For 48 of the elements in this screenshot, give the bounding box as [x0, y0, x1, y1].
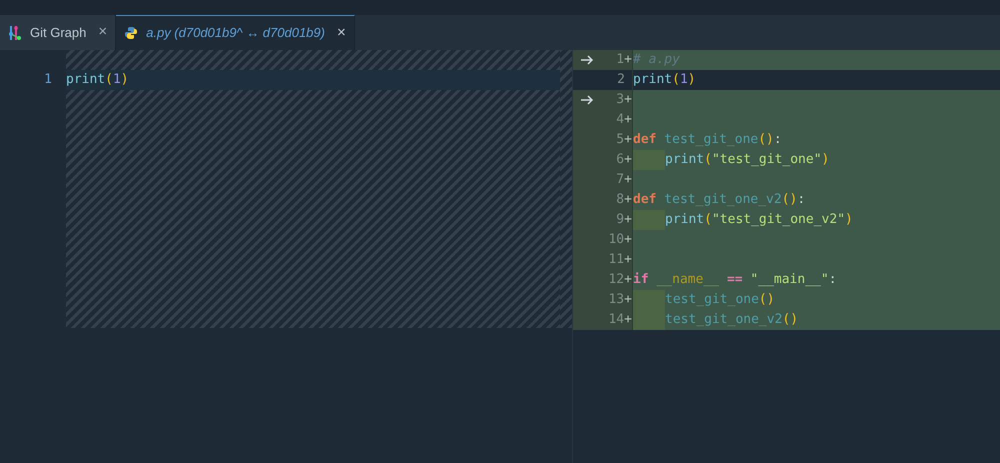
code-line: print("test_git_one") [665, 151, 830, 169]
line-number: 3 [615, 91, 624, 109]
line-number: 1 [43, 71, 52, 89]
line-number: 11 [607, 251, 624, 269]
editor-tab[interactable]: Git Graph × [0, 15, 116, 50]
line-number: 7 [615, 171, 624, 189]
added-line-marker: + [624, 171, 632, 189]
added-line-marker: + [624, 271, 632, 289]
close-icon[interactable]: × [98, 21, 108, 44]
code-line: test_git_one_v2() [665, 311, 798, 329]
line-number: 1 [615, 51, 624, 69]
line-number: 10 [607, 231, 624, 249]
code-line: print(1) [633, 71, 696, 89]
arrow-right-icon[interactable] [580, 95, 594, 105]
added-line-marker: + [624, 311, 632, 329]
line-number: 8 [615, 191, 624, 209]
line-number: 9 [615, 211, 624, 229]
added-line-marker: + [624, 91, 632, 109]
added-line-marker: + [624, 51, 632, 69]
line-number: 12 [607, 271, 624, 289]
added-line-marker: + [624, 251, 632, 269]
code-line: print("test_git_one_v2") [665, 211, 853, 229]
tab-label: Git Graph [30, 24, 86, 42]
close-icon[interactable]: × [336, 22, 346, 44]
added-line-marker: + [624, 151, 632, 169]
added-line-marker: + [624, 131, 632, 149]
added-line-marker: + [624, 211, 632, 229]
line-number: 5 [615, 131, 624, 149]
line-number: 14 [607, 311, 624, 329]
added-line-marker: + [624, 191, 632, 209]
python-icon [124, 26, 138, 40]
line-number: 6 [615, 151, 624, 169]
line-number: 13 [607, 291, 624, 309]
line-number: 4 [615, 111, 624, 129]
git-graph-icon [8, 24, 22, 40]
editor-tab[interactable]: a.py (d70d01b9^ ↔ d70d01b9) × [116, 15, 355, 50]
code-line: test_git_one() [665, 291, 775, 309]
code-line: if __name__ == "__main__": [633, 271, 837, 289]
added-line-marker: + [624, 111, 632, 129]
arrow-right-icon[interactable] [580, 55, 594, 65]
tab-label: a.py (d70d01b9^ ↔ d70d01b9) [146, 24, 325, 42]
line-number: 2 [616, 71, 625, 89]
added-line-marker: + [624, 231, 632, 249]
code-line: def test_git_one(): [633, 131, 782, 149]
code-line: # a.py [633, 51, 680, 69]
added-line-marker: + [624, 291, 632, 309]
code-line: print(1) [66, 72, 129, 87]
code-line: def test_git_one_v2(): [633, 191, 806, 209]
